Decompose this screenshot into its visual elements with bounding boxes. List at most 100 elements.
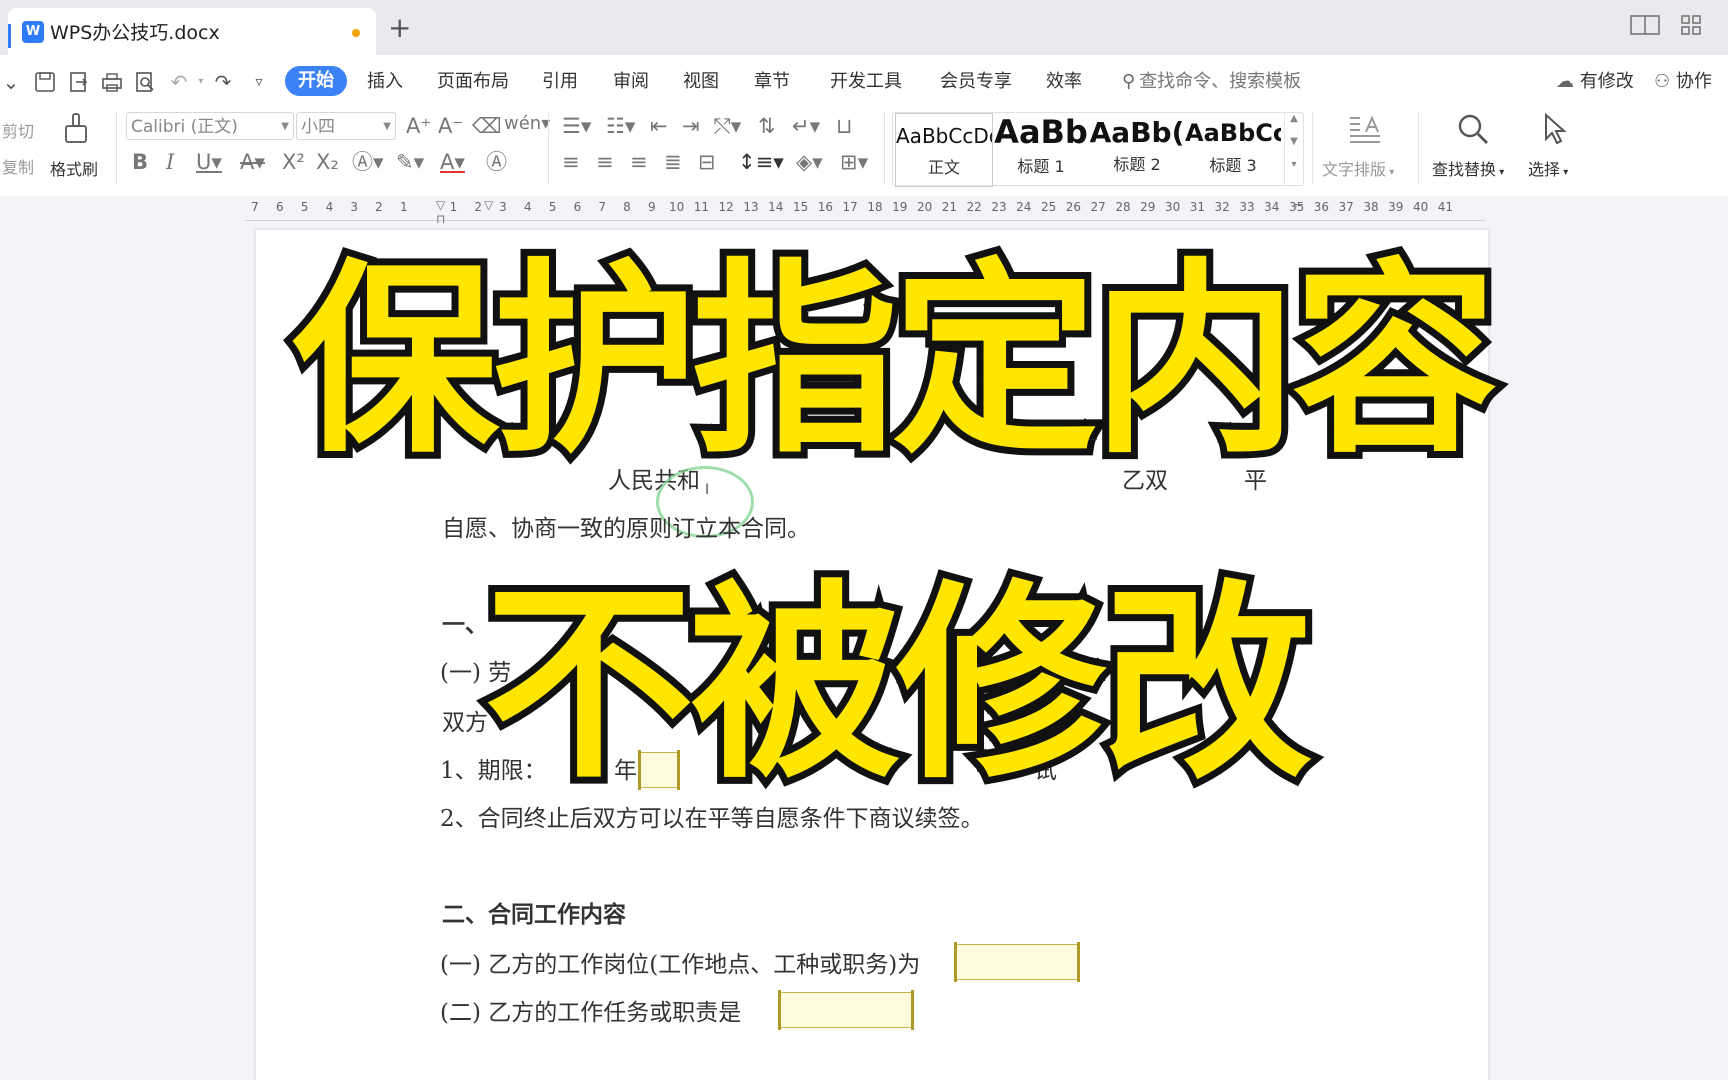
chevron-down-icon[interactable]: ⌄ [0,71,22,93]
job-position-field[interactable] [954,942,1080,982]
underline-icon[interactable]: U▾ [196,150,222,174]
grow-font-icon[interactable]: A⁺ [406,114,431,138]
expand-gallery-icon[interactable]: ▾ [1285,159,1303,170]
cut-button[interactable]: 剪切 [2,118,34,142]
tab-references[interactable]: 引用 [542,71,578,93]
ruler-number: 27 [1090,200,1106,214]
align-right-icon[interactable]: ≡ [630,150,648,174]
new-tab-button[interactable]: + [388,14,411,42]
bullet-list-icon[interactable]: ☰▾ [562,114,591,138]
job-duty-field[interactable] [778,990,914,1030]
subscript-icon[interactable]: X₂ [316,150,339,174]
style-preview: AaBb( [1089,116,1185,149]
tab-developer[interactable]: 开发工具 [830,71,902,93]
tab-chapter[interactable]: 章节 [754,71,790,93]
ruler-number: 24 [1016,200,1032,214]
ruler-number: 26 [1065,200,1082,214]
style-normal[interactable]: AaBbCcDd 正文 [895,113,993,187]
line-spacing-icon[interactable]: ↕≡▾ [738,150,784,174]
right-indent-marker-icon[interactable]: ⌐ [1294,198,1304,212]
export-pdf-icon[interactable] [68,71,90,93]
document-tab[interactable]: W WPS办公技巧.docx [8,8,376,55]
borders-icon[interactable]: ⊞▾ [840,150,868,174]
tab-member[interactable]: 会员专享 [940,71,1012,93]
tab-review[interactable]: 审阅 [613,71,649,93]
gallery-scroll[interactable]: ▲ ▼ ▾ [1284,113,1303,185]
chevron-up-icon[interactable]: ▲ [1285,113,1303,124]
ruler-number: 6 [573,200,582,214]
strikethrough-icon[interactable]: A▾ [240,150,265,174]
ruler-number: 7 [598,200,606,214]
ruler-number: 31 [1189,200,1206,214]
tab-page-layout[interactable]: 页面布局 [437,71,509,93]
find-replace-icon[interactable] [1456,112,1490,151]
sort-icon[interactable]: ⇅ [758,114,776,138]
tab-stops-icon[interactable]: ⊔ [836,114,852,138]
format-painter-icon[interactable] [62,112,90,151]
ribbon-divider [116,112,117,184]
ruler-number: 28 [1115,200,1131,214]
style-heading-3[interactable]: AaBbCc 标题 3 [1185,113,1281,185]
ruler-number: 5 [548,200,557,214]
collaborate-button[interactable]: ⚇ 协作 [1654,71,1712,93]
horizontal-ruler[interactable]: 7 6 5 4 3 2 1 1 2 3 4 5 6 7 8 9 10 11 12 13 14 15 16 17 18 19 20 21… [0,196,1728,230]
hanging-indent-marker-icon[interactable]: ⊓ [436,212,445,226]
select-label[interactable]: 选择 ▾ [1528,156,1568,180]
align-left-icon[interactable]: ≡ [562,150,580,174]
tab-view[interactable]: 视图 [683,71,719,93]
print-icon[interactable] [101,71,123,93]
style-heading-1[interactable]: AaBb 标题 1 [993,113,1089,185]
character-border-icon[interactable]: Ⓐ [486,150,507,174]
italic-icon[interactable]: I [166,150,174,174]
bold-icon[interactable]: B [132,150,148,174]
style-heading-2[interactable]: AaBb( 标题 2 [1089,113,1185,185]
font-color-icon[interactable]: A▾ [440,150,465,174]
find-replace-label[interactable]: 查找替换 ▾ [1432,156,1504,180]
chevron-down-icon[interactable]: ▼ [1285,136,1303,147]
first-line-indent-marker-icon[interactable]: ▽ [484,198,493,212]
redo-icon[interactable]: ↷ [212,71,234,93]
has-changes-button[interactable]: ☁ 有修改 [1556,71,1634,93]
ruler-number: 10 [668,200,685,214]
chinese-layout-icon[interactable]: ⤲▾ [714,114,741,138]
ruler-number: 11 [693,200,710,214]
print-preview-icon[interactable] [134,71,156,93]
increase-indent-icon[interactable]: ⇥ [682,114,700,138]
ruler-number: 41 [1437,200,1454,214]
layout-icon[interactable] [1630,14,1660,36]
left-indent-marker-icon[interactable]: ▽ [436,198,445,212]
ruler-number: 20 [916,200,933,214]
text-layout-label[interactable]: 文字排版 ▾ [1322,156,1394,180]
show-marks-icon[interactable]: ↵▾ [792,114,820,138]
save-icon[interactable] [34,71,56,93]
undo-dropdown-icon[interactable]: ▾ [190,71,212,93]
command-search[interactable]: ⚲ 查找命令、搜索模板 [1122,71,1301,93]
shrink-font-icon[interactable]: A⁻ [438,114,463,138]
ruler-number: 34 [1264,200,1280,214]
align-center-icon[interactable]: ≡ [596,150,614,174]
customize-chevron-icon[interactable]: ▿ [248,71,270,93]
distributed-icon[interactable]: ⊟ [698,150,716,174]
copy-button[interactable]: 复制 [2,154,34,178]
highlight-icon[interactable]: ✎▾ [396,150,424,174]
tab-insert[interactable]: 插入 [367,71,403,93]
tab-efficiency[interactable]: 效率 [1046,71,1082,93]
font-name-select[interactable]: Calibri (正文) ▼ [126,112,294,140]
text-effect-icon[interactable]: Ⓐ▾ [352,150,384,174]
grid-icon[interactable] [1676,14,1706,36]
shading-icon[interactable]: ◈▾ [796,150,823,174]
select-cursor-icon[interactable] [1540,112,1568,151]
undo-icon[interactable]: ↶ [168,71,190,93]
font-size-select[interactable]: 小四 ▼ [296,112,396,140]
ruler-number: 29 [1140,200,1156,214]
tab-home[interactable]: 开始 [285,66,347,96]
phonetic-guide-icon[interactable]: wén▾ [504,112,550,136]
decrease-indent-icon[interactable]: ⇤ [650,114,668,138]
superscript-icon[interactable]: X² [282,150,305,174]
numbered-list-icon[interactable]: ☷▾ [606,114,635,138]
clear-format-icon[interactable]: ⌫ [472,114,502,138]
contract-intro-line: 自愿、协商一致的原则订立本合同。 [442,516,810,542]
text-layout-icon[interactable] [1348,114,1382,151]
format-painter-label[interactable]: 格式刷 [50,156,98,180]
justify-icon[interactable]: ≣ [664,150,682,174]
